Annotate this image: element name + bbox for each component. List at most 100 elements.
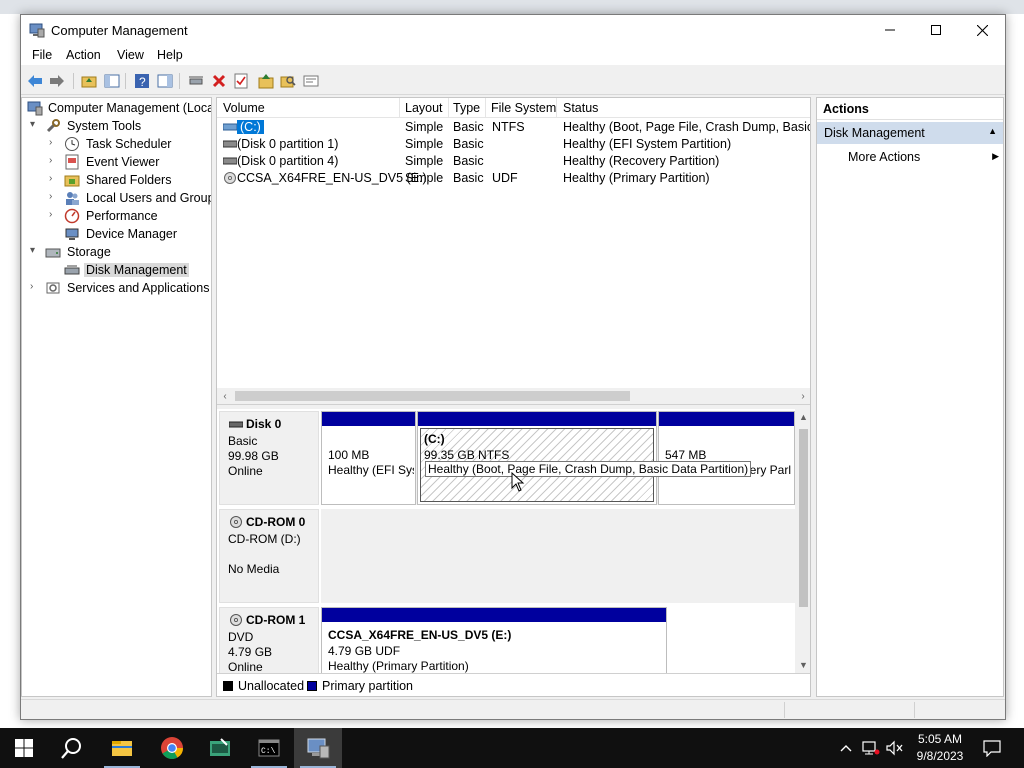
tree-item-performance[interactable]: › Performance (22, 207, 211, 225)
tree-item-services-applications[interactable]: › Services and Applications (22, 279, 211, 297)
cdrom-0-info[interactable]: CD-ROM 0 CD-ROM (D:) No Media (219, 509, 319, 603)
actions-pane: Actions Disk Management ▲ More Actions ▶ (816, 97, 1004, 697)
title-bar[interactable]: Computer Management (21, 15, 1005, 45)
show-action-pane-button[interactable] (155, 71, 175, 91)
volume-list-horizontal-scrollbar[interactable]: ‹ › (217, 388, 810, 404)
partition-c[interactable]: (C:) 99.35 GB NTFS (417, 411, 657, 505)
tree-item-local-users[interactable]: › Local Users and Groups (22, 189, 211, 207)
scroll-up-icon[interactable]: ▲ (795, 409, 810, 425)
more-actions-item[interactable]: More Actions (848, 150, 920, 164)
taskbar: C:\ 5:05 AM 9/8/2023 (0, 728, 1024, 768)
folder-search-icon (280, 76, 296, 88)
scroll-right-icon[interactable]: › (795, 388, 810, 404)
forward-button[interactable] (47, 71, 67, 91)
tree-item-system-tools[interactable]: ▾ System Tools (22, 117, 211, 135)
windows-logo-icon (15, 739, 33, 757)
folder-up-icon (81, 76, 97, 88)
chevron-right-icon[interactable]: › (49, 155, 59, 169)
partition-legend: Unallocated Primary partition (217, 673, 810, 696)
cdrom-1-info[interactable]: CD-ROM 1 DVD 4.79 GB Online (219, 607, 319, 673)
actions-section-disk-management[interactable]: Disk Management ▲ (817, 122, 1003, 144)
start-button[interactable] (0, 728, 48, 768)
chevron-right-icon[interactable]: › (49, 209, 59, 223)
drive-icon (223, 140, 237, 148)
collapse-up-icon[interactable]: ▲ (988, 126, 997, 136)
partition-recovery[interactable]: 547 MB overy Parl (658, 411, 795, 505)
close-button[interactable] (959, 15, 1005, 45)
network-tray-button[interactable] (860, 728, 882, 768)
maximize-button[interactable] (913, 15, 959, 45)
disk-0-info[interactable]: Disk 0 Basic 99.98 GB Online (219, 411, 319, 505)
chevron-right-icon[interactable]: › (30, 281, 40, 295)
volume-row[interactable]: (Disk 0 partition 4) Simple Basic Health… (217, 153, 810, 170)
computer-management-taskbar-button[interactable] (294, 728, 342, 768)
computer-management-icon (29, 23, 45, 38)
search-folder-button[interactable] (278, 71, 298, 91)
column-header-status[interactable]: Status (563, 101, 598, 115)
menu-help[interactable]: Help (157, 48, 183, 62)
properties-check-button[interactable] (231, 71, 251, 91)
tree-item-task-scheduler[interactable]: › Task Scheduler (22, 135, 211, 153)
new-folder-button[interactable] (256, 71, 276, 91)
disk-view-vertical-scrollbar[interactable]: ▲ ▼ (795, 409, 810, 673)
scrollbar-thumb[interactable] (799, 429, 808, 607)
column-divider[interactable] (448, 98, 449, 118)
partition-efi[interactable]: 100 MB Healthy (EFI Sys (321, 411, 416, 505)
disk-list-button[interactable] (301, 71, 321, 91)
scrollbar-thumb[interactable] (235, 391, 630, 401)
menu-file[interactable]: File (32, 48, 52, 62)
file-explorer-taskbar-button[interactable] (98, 728, 146, 768)
chevron-right-icon[interactable]: › (49, 173, 59, 187)
tree-label: System Tools (67, 119, 142, 133)
tree-item-shared-folders[interactable]: › Shared Folders (22, 171, 211, 189)
delete-button[interactable] (209, 71, 229, 91)
show-hide-tree-button[interactable] (102, 71, 122, 91)
help-button[interactable]: ? (132, 71, 152, 91)
mouse-cursor-icon (511, 472, 525, 492)
chevron-right-icon[interactable]: › (49, 137, 59, 151)
tree-label: Disk Management (84, 263, 189, 277)
folder-arrow-icon (258, 74, 274, 89)
chevron-down-icon[interactable]: ▾ (30, 119, 40, 133)
up-folder-button[interactable] (79, 71, 99, 91)
column-divider[interactable] (399, 98, 400, 118)
tree-item-device-manager[interactable]: Device Manager (22, 225, 211, 243)
column-header-file-system[interactable]: File System (491, 101, 556, 115)
volume-row[interactable]: (C:) Simple Basic NTFS Healthy (Boot, Pa… (217, 119, 810, 136)
volume-layout: Simple (405, 137, 444, 151)
search-button[interactable] (48, 728, 96, 768)
column-divider[interactable] (556, 98, 557, 118)
tree-item-event-viewer[interactable]: › Event Viewer (22, 153, 211, 171)
column-divider[interactable] (485, 98, 486, 118)
tree-item-disk-management[interactable]: Disk Management (22, 261, 211, 279)
tree-item-computer-management[interactable]: Computer Management (Local) (22, 99, 211, 117)
chevron-down-icon[interactable]: ▾ (30, 245, 40, 259)
volume-row[interactable]: CCSA_X64FRE_EN-US_DV5 (E:) Simple Basic … (217, 170, 810, 187)
disk-management-icon (64, 265, 80, 275)
submenu-arrow-icon[interactable]: ▶ (992, 151, 999, 162)
column-header-layout[interactable]: Layout (405, 101, 443, 115)
scroll-left-icon[interactable]: ‹ (217, 388, 233, 404)
command-prompt-taskbar-button[interactable]: C:\ (245, 728, 293, 768)
notifications-button[interactable] (978, 728, 1006, 768)
minimize-button[interactable] (867, 15, 913, 45)
legend-unallocated: Unallocated (238, 679, 305, 693)
taskbar-clock[interactable]: 5:05 AM 9/8/2023 (900, 731, 980, 765)
app-taskbar-button[interactable] (196, 728, 244, 768)
chrome-taskbar-button[interactable] (148, 728, 196, 768)
column-header-volume[interactable]: Volume (223, 101, 265, 115)
volume-status: Healthy (Recovery Partition) (563, 154, 720, 168)
chevron-right-icon[interactable]: › (49, 191, 59, 205)
menu-action[interactable]: Action (66, 48, 101, 62)
show-hidden-icons-button[interactable] (836, 728, 856, 768)
column-header-type[interactable]: Type (453, 101, 480, 115)
partition-e[interactable]: CCSA_X64FRE_EN-US_DV5 (E:) 4.79 GB UDF H… (321, 607, 667, 673)
volume-row[interactable]: (Disk 0 partition 1) Simple Basic Health… (217, 136, 810, 153)
scroll-down-icon[interactable]: ▼ (795, 657, 810, 673)
toolbar-separator (73, 73, 74, 89)
menu-view[interactable]: View (117, 48, 144, 62)
connect-button[interactable] (186, 71, 206, 91)
tree-item-storage[interactable]: ▾ Storage (22, 243, 211, 261)
back-button[interactable] (25, 71, 45, 91)
tree-label: Storage (67, 245, 111, 259)
